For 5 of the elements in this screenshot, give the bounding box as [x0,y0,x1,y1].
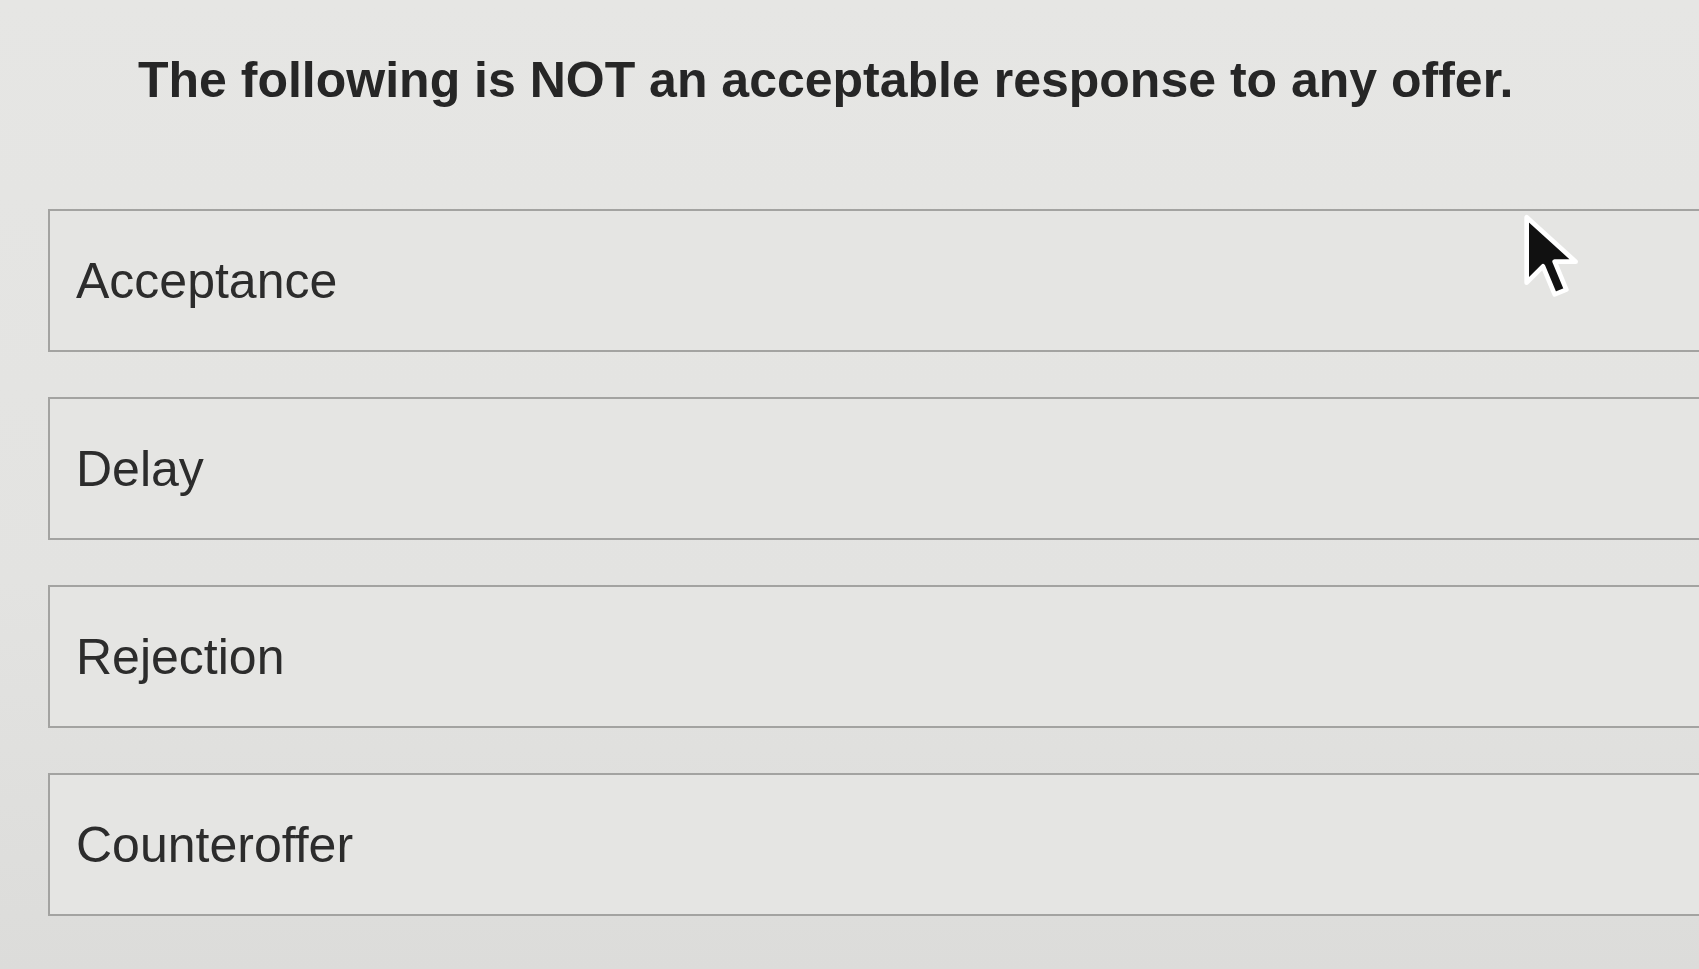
answer-option[interactable]: Rejection [48,585,1699,728]
answer-option[interactable]: Counteroffer [48,773,1699,916]
answer-option[interactable]: Delay [48,397,1699,540]
question-text: The following is NOT an acceptable response to any offer. [138,51,1515,110]
answer-option[interactable]: Acceptance [48,209,1699,352]
